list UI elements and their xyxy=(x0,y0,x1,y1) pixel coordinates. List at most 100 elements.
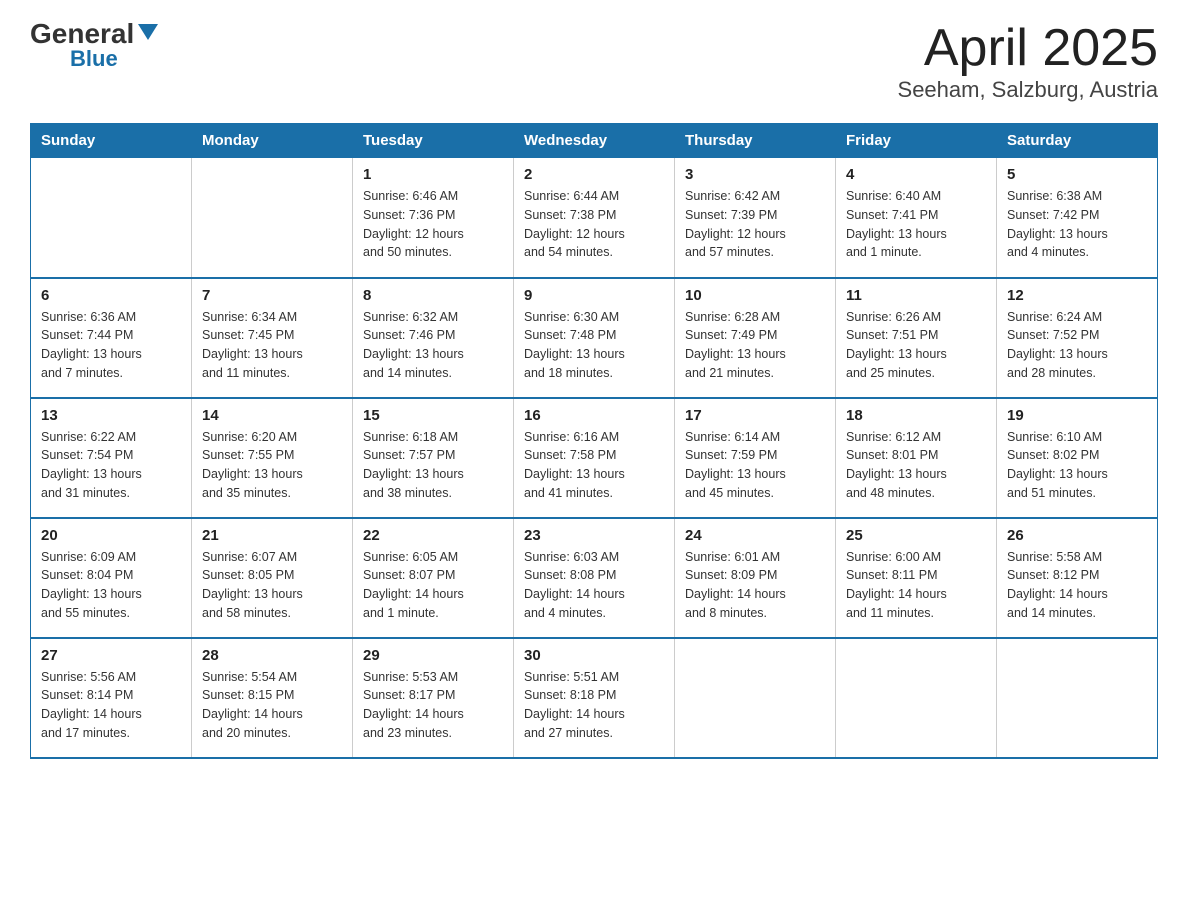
calendar-cell: 29Sunrise: 5:53 AMSunset: 8:17 PMDayligh… xyxy=(353,638,514,758)
day-number: 19 xyxy=(1007,407,1147,424)
day-info: Sunrise: 6:30 AMSunset: 7:48 PMDaylight:… xyxy=(524,308,664,383)
day-number: 24 xyxy=(685,527,825,544)
calendar-cell: 27Sunrise: 5:56 AMSunset: 8:14 PMDayligh… xyxy=(31,638,192,758)
day-info: Sunrise: 6:26 AMSunset: 7:51 PMDaylight:… xyxy=(846,308,986,383)
calendar-cell: 18Sunrise: 6:12 AMSunset: 8:01 PMDayligh… xyxy=(836,398,997,518)
calendar-cell xyxy=(836,638,997,758)
day-number: 2 xyxy=(524,166,664,183)
day-info: Sunrise: 5:54 AMSunset: 8:15 PMDaylight:… xyxy=(202,668,342,743)
calendar-cell xyxy=(997,638,1158,758)
column-header-sunday: Sunday xyxy=(31,124,192,158)
calendar-cell: 8 Sunrise: 6:32 AMSunset: 7:46 PMDaylight… xyxy=(353,278,514,398)
calendar-cell: 10 Sunrise: 6:28 AMSunset: 7:49 PMDayligh… xyxy=(675,278,836,398)
day-info: Sunrise: 6:10 AMSunset: 8:02 PMDaylight:… xyxy=(1007,428,1147,503)
calendar-cell: 24 Sunrise: 6:01 AMSunset: 8:09 PMDayligh… xyxy=(675,518,836,638)
day-info: Sunrise: 6:44 AMSunset: 7:38 PMDaylight:… xyxy=(524,187,664,262)
day-info: Sunrise: 6:24 AMSunset: 7:52 PMDaylight:… xyxy=(1007,308,1147,383)
calendar-cell: 30 Sunrise: 5:51 AMSunset: 8:18 PMDayligh… xyxy=(514,638,675,758)
calendar-cell xyxy=(192,158,353,278)
day-info: Sunrise: 6:38 AMSunset: 7:42 PMDaylight:… xyxy=(1007,187,1147,262)
day-info: Sunrise: 6:32 AMSunset: 7:46 PMDaylight:… xyxy=(363,308,503,383)
calendar-cell: 15 Sunrise: 6:18 AMSunset: 7:57 PMDayligh… xyxy=(353,398,514,518)
day-number: 4 xyxy=(846,166,986,183)
calendar-cell: 23 Sunrise: 6:03 AMSunset: 8:08 PMDayligh… xyxy=(514,518,675,638)
day-info: Sunrise: 6:28 AMSunset: 7:49 PMDaylight:… xyxy=(685,308,825,383)
day-info: Sunrise: 6:05 AMSunset: 8:07 PMDaylight:… xyxy=(363,548,503,623)
column-header-saturday: Saturday xyxy=(997,124,1158,158)
day-number: 16 xyxy=(524,407,664,424)
day-number: 13 xyxy=(41,407,181,424)
page-title: April 2025 xyxy=(898,20,1158,77)
calendar-week-5: 27Sunrise: 5:56 AMSunset: 8:14 PMDayligh… xyxy=(31,638,1158,758)
calendar-cell: 19 Sunrise: 6:10 AMSunset: 8:02 PMDayligh… xyxy=(997,398,1158,518)
calendar-cell: 28 Sunrise: 5:54 AMSunset: 8:15 PMDayligh… xyxy=(192,638,353,758)
day-info: Sunrise: 6:16 AMSunset: 7:58 PMDaylight:… xyxy=(524,428,664,503)
day-info: Sunrise: 6:20 AMSunset: 7:55 PMDaylight:… xyxy=(202,428,342,503)
day-number: 17 xyxy=(685,407,825,424)
logo-blue-text: Blue xyxy=(70,48,118,70)
calendar-week-3: 13 Sunrise: 6:22 AMSunset: 7:54 PMDayligh… xyxy=(31,398,1158,518)
day-info: Sunrise: 6:07 AMSunset: 8:05 PMDaylight:… xyxy=(202,548,342,623)
day-number: 18 xyxy=(846,407,986,424)
calendar-cell: 6 Sunrise: 6:36 AMSunset: 7:44 PMDaylight… xyxy=(31,278,192,398)
day-info: Sunrise: 5:51 AMSunset: 8:18 PMDaylight:… xyxy=(524,668,664,743)
calendar-cell: 3 Sunrise: 6:42 AMSunset: 7:39 PMDaylight… xyxy=(675,158,836,278)
calendar-cell: 12 Sunrise: 6:24 AMSunset: 7:52 PMDayligh… xyxy=(997,278,1158,398)
day-info: Sunrise: 6:36 AMSunset: 7:44 PMDaylight:… xyxy=(41,308,181,383)
day-number: 28 xyxy=(202,647,342,664)
calendar-cell xyxy=(31,158,192,278)
calendar-cell: 22 Sunrise: 6:05 AMSunset: 8:07 PMDayligh… xyxy=(353,518,514,638)
title-block: April 2025 Seeham, Salzburg, Austria xyxy=(898,20,1158,103)
day-number: 7 xyxy=(202,287,342,304)
day-info: Sunrise: 6:34 AMSunset: 7:45 PMDaylight:… xyxy=(202,308,342,383)
calendar-week-2: 6 Sunrise: 6:36 AMSunset: 7:44 PMDaylight… xyxy=(31,278,1158,398)
day-info: Sunrise: 6:00 AMSunset: 8:11 PMDaylight:… xyxy=(846,548,986,623)
column-header-tuesday: Tuesday xyxy=(353,124,514,158)
day-number: 22 xyxy=(363,527,503,544)
day-info: Sunrise: 6:46 AMSunset: 7:36 PMDaylight:… xyxy=(363,187,503,262)
day-info: Sunrise: 6:01 AMSunset: 8:09 PMDaylight:… xyxy=(685,548,825,623)
day-info: Sunrise: 6:09 AMSunset: 8:04 PMDaylight:… xyxy=(41,548,181,623)
day-number: 6 xyxy=(41,287,181,304)
day-info: Sunrise: 5:56 AMSunset: 8:14 PMDaylight:… xyxy=(41,668,181,743)
day-info: Sunrise: 6:18 AMSunset: 7:57 PMDaylight:… xyxy=(363,428,503,503)
calendar-cell: 25 Sunrise: 6:00 AMSunset: 8:11 PMDayligh… xyxy=(836,518,997,638)
calendar-cell: 13 Sunrise: 6:22 AMSunset: 7:54 PMDayligh… xyxy=(31,398,192,518)
logo-triangle-icon xyxy=(138,24,158,40)
day-number: 25 xyxy=(846,527,986,544)
day-number: 21 xyxy=(202,527,342,544)
day-number: 3 xyxy=(685,166,825,183)
day-number: 5 xyxy=(1007,166,1147,183)
day-number: 11 xyxy=(846,287,986,304)
calendar-cell: 20Sunrise: 6:09 AMSunset: 8:04 PMDayligh… xyxy=(31,518,192,638)
calendar-cell: 9 Sunrise: 6:30 AMSunset: 7:48 PMDaylight… xyxy=(514,278,675,398)
day-number: 29 xyxy=(363,647,503,664)
calendar-table: SundayMondayTuesdayWednesdayThursdayFrid… xyxy=(30,123,1158,759)
day-number: 1 xyxy=(363,166,503,183)
day-info: Sunrise: 6:03 AMSunset: 8:08 PMDaylight:… xyxy=(524,548,664,623)
day-number: 23 xyxy=(524,527,664,544)
calendar-cell: 5 Sunrise: 6:38 AMSunset: 7:42 PMDaylight… xyxy=(997,158,1158,278)
day-info: Sunrise: 6:42 AMSunset: 7:39 PMDaylight:… xyxy=(685,187,825,262)
calendar-week-1: 1 Sunrise: 6:46 AMSunset: 7:36 PMDaylight… xyxy=(31,158,1158,278)
day-info: Sunrise: 5:58 AMSunset: 8:12 PMDaylight:… xyxy=(1007,548,1147,623)
day-info: Sunrise: 6:22 AMSunset: 7:54 PMDaylight:… xyxy=(41,428,181,503)
calendar-cell xyxy=(675,638,836,758)
day-number: 30 xyxy=(524,647,664,664)
day-number: 10 xyxy=(685,287,825,304)
calendar-cell: 1 Sunrise: 6:46 AMSunset: 7:36 PMDaylight… xyxy=(353,158,514,278)
day-number: 12 xyxy=(1007,287,1147,304)
column-header-wednesday: Wednesday xyxy=(514,124,675,158)
day-number: 15 xyxy=(363,407,503,424)
calendar-cell: 11 Sunrise: 6:26 AMSunset: 7:51 PMDayligh… xyxy=(836,278,997,398)
logo: General Blue xyxy=(30,20,158,70)
calendar-cell: 17Sunrise: 6:14 AMSunset: 7:59 PMDayligh… xyxy=(675,398,836,518)
logo-general-text: General xyxy=(30,20,134,48)
day-number: 9 xyxy=(524,287,664,304)
day-info: Sunrise: 6:40 AMSunset: 7:41 PMDaylight:… xyxy=(846,187,986,262)
column-header-monday: Monday xyxy=(192,124,353,158)
calendar-cell: 2 Sunrise: 6:44 AMSunset: 7:38 PMDaylight… xyxy=(514,158,675,278)
calendar-header-row: SundayMondayTuesdayWednesdayThursdayFrid… xyxy=(31,124,1158,158)
day-number: 14 xyxy=(202,407,342,424)
day-number: 8 xyxy=(363,287,503,304)
